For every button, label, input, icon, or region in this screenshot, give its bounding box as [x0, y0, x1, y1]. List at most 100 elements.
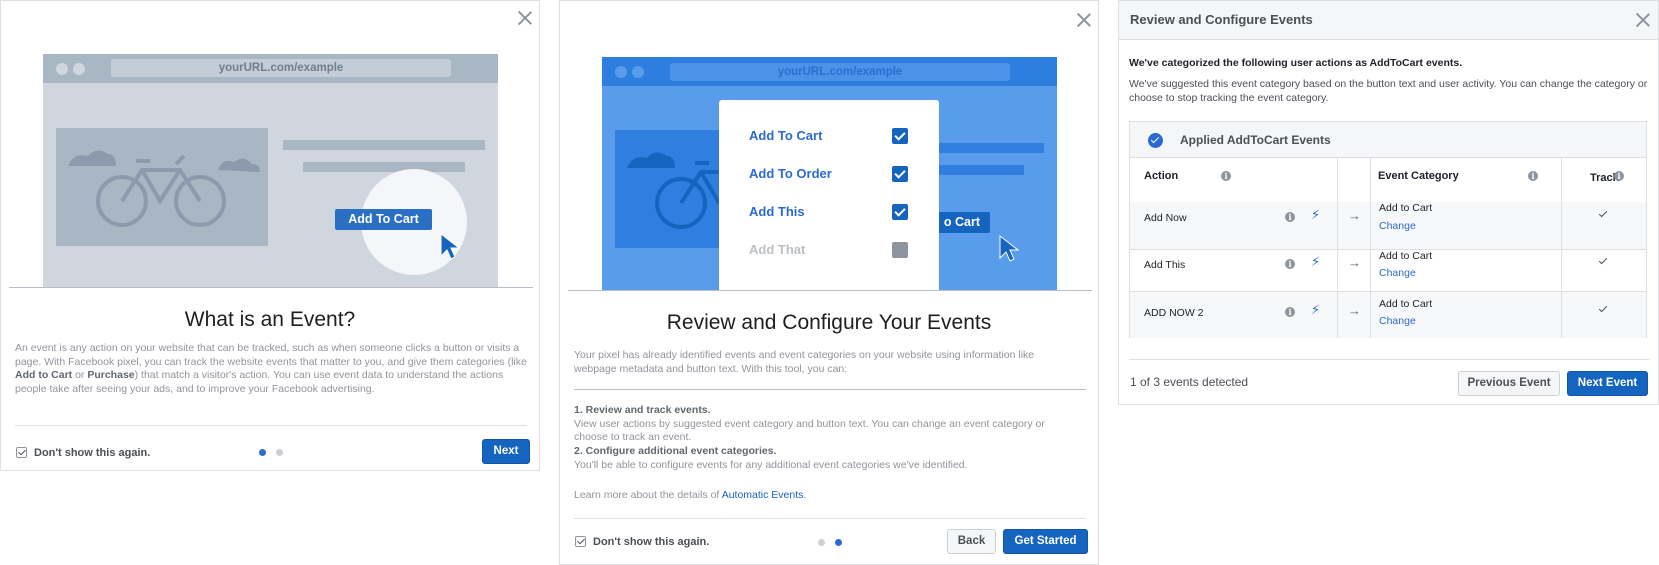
- col-header-action: Action: [1144, 170, 1179, 182]
- column-divider: [1337, 158, 1338, 338]
- info-icon[interactable]: i: [1285, 307, 1295, 317]
- action-cell: Add This: [1144, 259, 1186, 271]
- bolt-icon: ⚡︎: [1311, 302, 1321, 317]
- window-dot: [632, 66, 644, 78]
- window-dot: [56, 63, 68, 75]
- dialog-title: Review and Configure Events: [1130, 12, 1313, 27]
- checkbox-icon: [892, 204, 908, 220]
- category-cell: Add to Cart: [1379, 298, 1433, 310]
- table-heading-label: Applied AddToCart Events: [1180, 133, 1331, 147]
- previous-event-button[interactable]: Previous Event: [1458, 371, 1560, 396]
- step2-text: You'll be able to configure events for a…: [574, 458, 968, 471]
- next-button[interactable]: Next: [482, 439, 530, 464]
- column-divider: [1370, 158, 1371, 338]
- get-started-button[interactable]: Get Started: [1003, 529, 1088, 554]
- website-illustration: yourURL.com/example Add To Cart: [43, 54, 498, 287]
- dont-show-checkbox[interactable]: [16, 447, 27, 458]
- arrow-right-icon: →: [1348, 255, 1361, 270]
- action-cell: Add Now: [1144, 212, 1187, 224]
- events-table: Applied AddToCart Events Action i Event …: [1129, 121, 1647, 338]
- track-checkbox[interactable]: [1597, 256, 1609, 268]
- checkbox-icon: [892, 242, 908, 258]
- checklist-item-label: Add That: [749, 242, 806, 257]
- text-line: [922, 143, 1044, 153]
- browser-bar: yourURL.com/example: [602, 57, 1057, 86]
- dialog-header: Review and Configure Events: [1119, 1, 1658, 40]
- review-intro-dialog: yourURL.com/example o Cart Add To Cart A…: [559, 0, 1099, 565]
- window-dot: [615, 66, 627, 78]
- event-description: An event is any action on your website t…: [15, 342, 527, 396]
- review-configure-dialog: Review and Configure Events We've catego…: [1118, 0, 1659, 405]
- event-intro-dialog: yourURL.com/example Add To Cart What is …: [0, 0, 540, 471]
- dialog-title: Review and Configure Your Events: [666, 311, 992, 334]
- product-image: [56, 128, 268, 246]
- dont-show-checkbox[interactable]: [575, 536, 586, 547]
- row-divider: [1130, 291, 1646, 292]
- divider: [574, 518, 1086, 519]
- dialog-title: What is an Event?: [184, 308, 356, 331]
- track-checkbox[interactable]: [1597, 209, 1609, 221]
- event-checklist-card: Add To Cart Add To Order Add This Add Th…: [719, 100, 939, 290]
- intro-text: Your pixel has already identified events…: [574, 349, 1035, 375]
- categorized-summary: We've categorized the following user act…: [1129, 57, 1463, 69]
- divider: [568, 290, 1092, 291]
- text-line: [283, 140, 485, 150]
- change-category-link[interactable]: Change: [1379, 220, 1416, 232]
- change-category-link[interactable]: Change: [1379, 315, 1416, 327]
- url-bar: yourURL.com/example: [111, 59, 451, 77]
- info-icon[interactable]: i: [1614, 171, 1624, 181]
- dont-show-label: Don't show this again.: [34, 447, 151, 459]
- info-icon[interactable]: i: [1285, 212, 1295, 222]
- back-button[interactable]: Back: [947, 529, 996, 554]
- step2-title: 2. Configure additional event categories…: [574, 445, 777, 458]
- automatic-events-link[interactable]: Automatic Events: [722, 489, 804, 501]
- checklist-item-label: Add To Order: [749, 166, 832, 181]
- checkbox-icon: [892, 128, 908, 144]
- checkbox-icon: [892, 166, 908, 182]
- pager-dot[interactable]: [818, 539, 825, 546]
- event-count: 1 of 3 events detected: [1130, 375, 1249, 389]
- arrow-right-icon: →: [1348, 208, 1361, 223]
- divider: [574, 389, 1086, 390]
- column-divider: [1561, 158, 1562, 338]
- close-icon[interactable]: [517, 10, 533, 26]
- add-to-cart-illustration-button: Add To Cart: [335, 209, 432, 230]
- col-header-category: Event Category: [1378, 170, 1459, 182]
- close-icon[interactable]: [1076, 12, 1092, 28]
- checklist-item-label: Add To Cart: [749, 128, 823, 143]
- next-event-button[interactable]: Next Event: [1567, 371, 1648, 396]
- action-cell: ADD NOW 2: [1144, 307, 1204, 319]
- bicycle-icon: [68, 150, 260, 227]
- category-cell: Add to Cart: [1379, 202, 1433, 214]
- info-icon[interactable]: i: [1285, 259, 1295, 269]
- check-circle-icon: [1148, 133, 1163, 148]
- info-icon[interactable]: i: [1528, 171, 1538, 181]
- track-checkbox[interactable]: [1597, 304, 1609, 316]
- divider: [1129, 359, 1649, 360]
- checklist-item-label: Add This: [749, 204, 805, 219]
- pager-dot-active[interactable]: [835, 539, 842, 546]
- pager-dot[interactable]: [276, 449, 283, 456]
- divider: [15, 425, 527, 426]
- divider: [9, 287, 533, 288]
- learn-more-text: Learn more about the details of Automati…: [574, 489, 807, 501]
- change-category-link[interactable]: Change: [1379, 267, 1416, 279]
- bolt-icon: ⚡︎: [1311, 207, 1321, 222]
- info-icon[interactable]: i: [1221, 171, 1231, 181]
- category-explanation: We've suggested this event category base…: [1129, 78, 1648, 104]
- step1-text: View user actions by suggested event cat…: [574, 417, 1045, 444]
- pager-dot-active[interactable]: [259, 449, 266, 456]
- text-line: [303, 162, 465, 172]
- table-heading: Applied AddToCart Events: [1130, 122, 1646, 158]
- url-bar: yourURL.com/example: [670, 63, 1010, 81]
- cursor-icon: [999, 234, 1020, 262]
- arrow-right-icon: →: [1348, 303, 1361, 318]
- browser-bar: yourURL.com/example: [43, 54, 498, 83]
- website-illustration: yourURL.com/example o Cart Add To Cart A…: [602, 57, 1057, 290]
- category-cell: Add to Cart: [1379, 250, 1433, 262]
- step1-title: 1. Review and track events.: [574, 404, 711, 416]
- dont-show-label: Don't show this again.: [593, 536, 710, 548]
- close-icon[interactable]: [1635, 12, 1651, 28]
- cursor-icon: [440, 232, 461, 260]
- steps-list: 1. Review and track events. View user ac…: [574, 404, 1074, 473]
